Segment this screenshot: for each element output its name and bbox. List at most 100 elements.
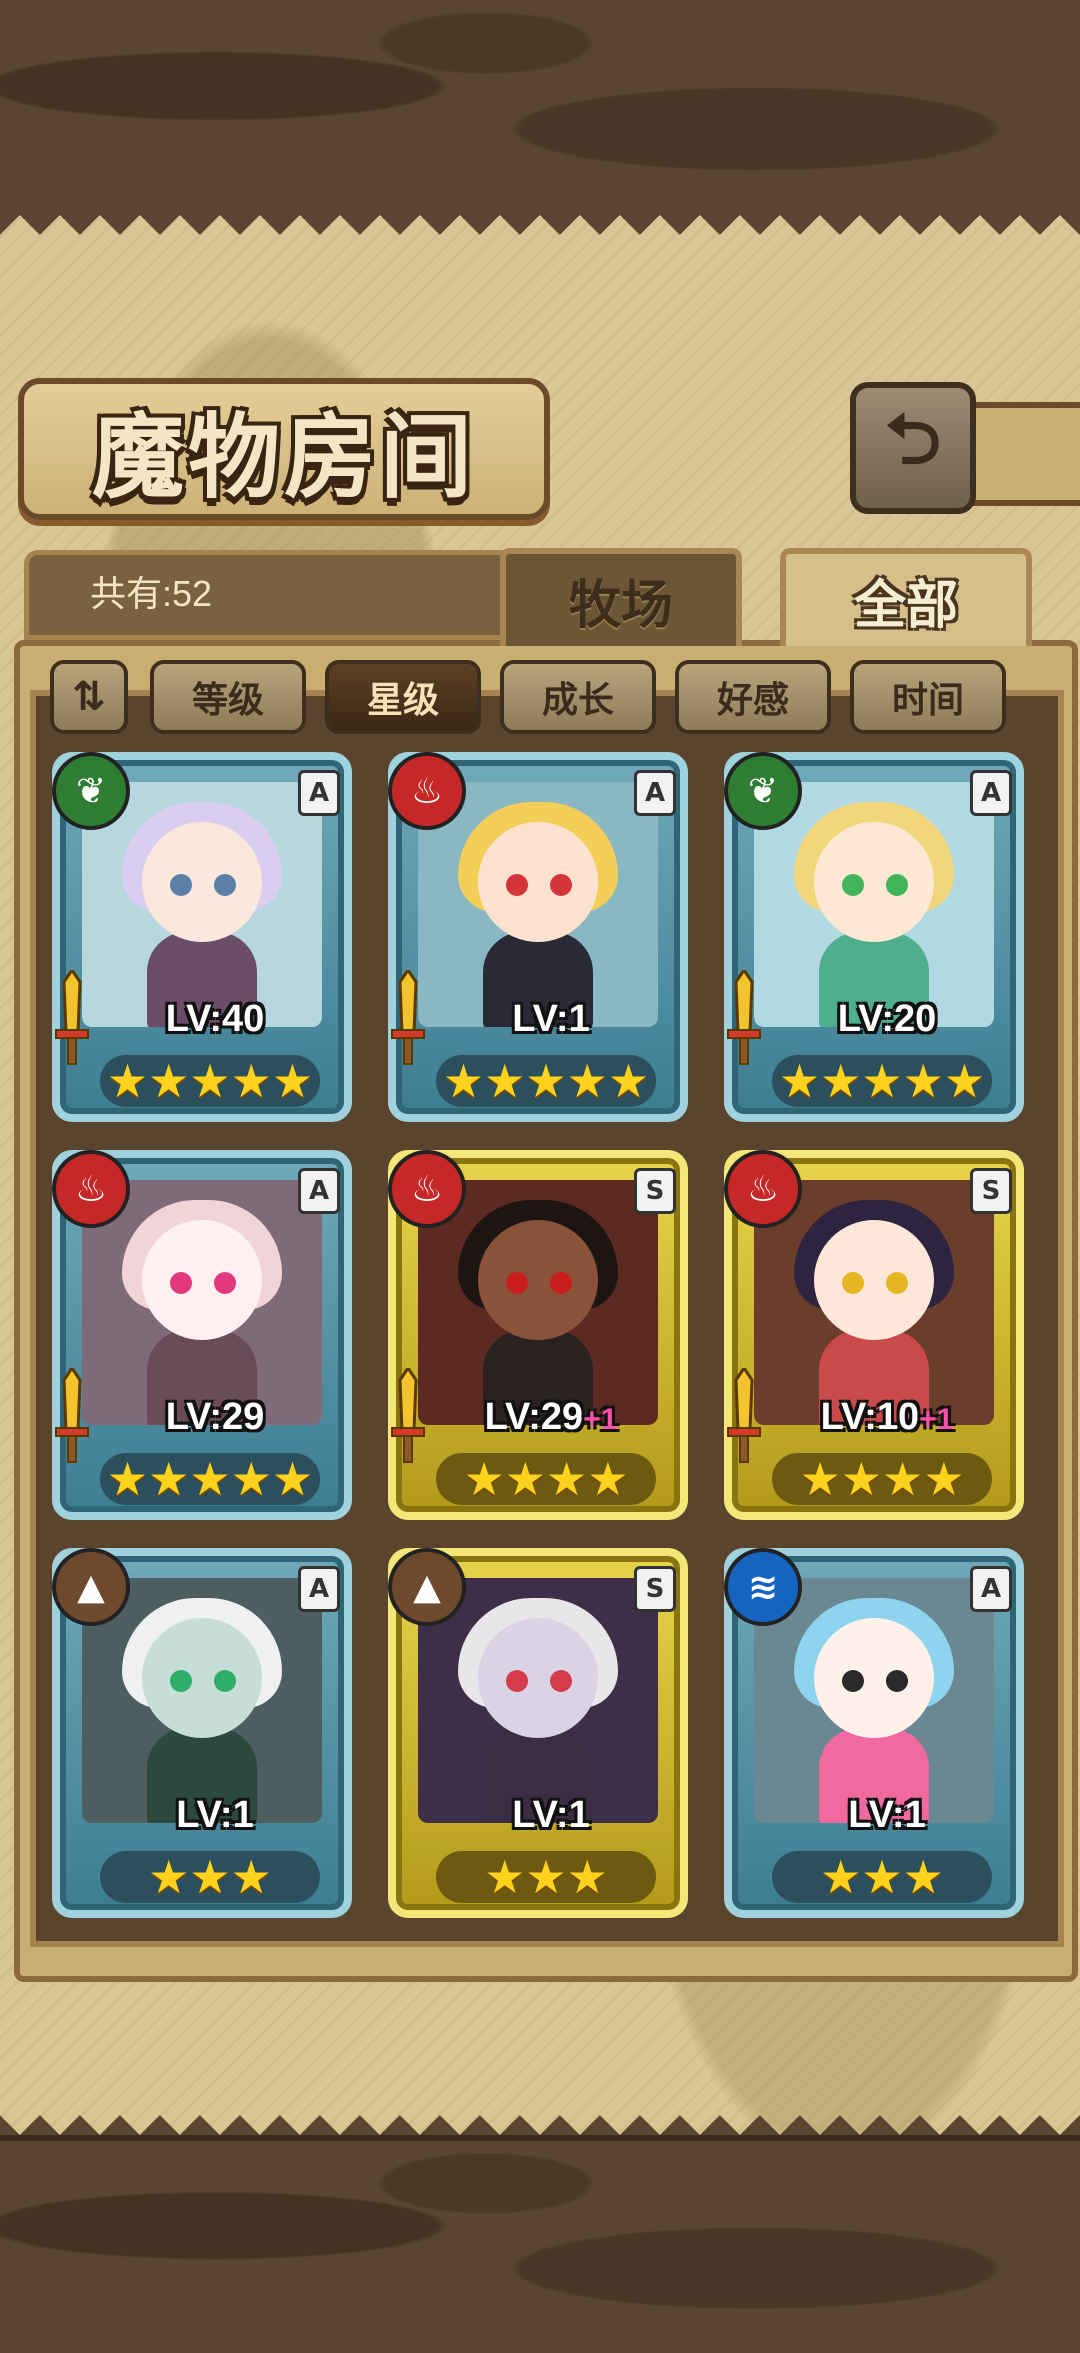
level-text: LV:1 — [176, 1794, 254, 1836]
sort-order-toggle[interactable]: ⇅ — [50, 660, 128, 734]
portrait-head — [814, 1220, 934, 1340]
portrait-head — [478, 822, 598, 942]
star-icon: ★ — [484, 1054, 526, 1108]
monster-level: LV:1 — [456, 1794, 646, 1837]
back-arrow-icon: ⮌ — [884, 397, 942, 480]
monster-level: LV:10+1 — [792, 1396, 982, 1439]
back-button-rail — [964, 402, 1080, 506]
star-icon: ★ — [442, 1054, 485, 1108]
map-background-top — [0, 0, 1080, 221]
star-icon: ★ — [148, 1452, 190, 1506]
star-icon: ★ — [189, 1452, 231, 1506]
star-icon: ★ — [820, 1850, 862, 1904]
monster-card[interactable]: ▲ S LV:1 ★ ★ ★ — [388, 1548, 688, 1918]
portrait-eye — [886, 1272, 908, 1294]
rank-badge: A — [970, 770, 1012, 816]
star-icon: ★ — [943, 1054, 986, 1108]
mountain-icon: ▲ — [52, 1548, 130, 1626]
title-plate: 魔物房间 — [18, 378, 550, 520]
portrait-eye — [842, 1272, 864, 1294]
portrait-head — [814, 1618, 934, 1738]
sword-icon — [727, 1368, 761, 1463]
star-icon: ★ — [271, 1054, 314, 1108]
monster-level: LV:1 — [792, 1794, 982, 1837]
portrait-head — [478, 1220, 598, 1340]
mountain-icon: ▲ — [388, 1548, 466, 1626]
sort-star-button[interactable]: 星级 — [325, 660, 481, 734]
star-icon: ★ — [799, 1452, 841, 1506]
rank-badge: A — [634, 770, 676, 816]
monster-level: LV:1 — [120, 1794, 310, 1837]
zigzag-border-bottom — [0, 2095, 1080, 2135]
monster-card[interactable]: ♨ S LV:10+1 ★ ★ ★ ★ — [724, 1150, 1024, 1520]
monster-card[interactable]: ❦ A LV:20 ★ ★ ★ ★ ★ — [724, 752, 1024, 1122]
star-icon: ★ — [230, 1850, 272, 1904]
portrait-eye — [170, 1272, 192, 1294]
monster-card[interactable]: ♨ A LV:1 ★ ★ ★ ★ ★ — [388, 752, 688, 1122]
leaf-icon: ❦ — [52, 752, 130, 830]
rank-badge: S — [634, 1566, 676, 1612]
star-icon: ★ — [902, 1850, 944, 1904]
sort-affection-button[interactable]: 好感 — [675, 660, 831, 734]
star-rating: ★ ★ ★ ★ ★ — [772, 1055, 992, 1107]
portrait-eye — [214, 1272, 236, 1294]
monster-card[interactable]: ♨ S LV:29+1 ★ ★ ★ ★ — [388, 1150, 688, 1520]
portrait-eye — [506, 874, 528, 896]
portrait-head — [142, 1618, 262, 1738]
star-icon: ★ — [484, 1850, 526, 1904]
sword-icon — [55, 1368, 89, 1463]
monster-card[interactable]: ≋ A LV:1 ★ ★ ★ — [724, 1548, 1024, 1918]
star-icon: ★ — [546, 1452, 588, 1506]
sort-growth-button[interactable]: 成长 — [500, 660, 656, 734]
star-icon: ★ — [148, 1850, 190, 1904]
portrait-eye — [506, 1272, 528, 1294]
portrait-eye — [886, 874, 908, 896]
leaf-icon: ❦ — [724, 752, 802, 830]
portrait-eye — [506, 1670, 528, 1692]
fire-icon: ♨ — [724, 1150, 802, 1228]
star-rating: ★ ★ ★ ★ ★ — [436, 1055, 656, 1107]
star-rating: ★ ★ ★ ★ — [436, 1453, 656, 1505]
portrait-eye — [550, 874, 572, 896]
portrait-eye — [170, 874, 192, 896]
sort-level-button[interactable]: 等级 — [150, 660, 306, 734]
sword-icon — [727, 970, 761, 1065]
tab-ranch[interactable]: 牧场 — [500, 548, 742, 646]
level-text: LV:10 — [820, 1396, 920, 1438]
portrait-eye — [550, 1272, 572, 1294]
monster-card[interactable]: ❦ A LV:40 ★ ★ ★ ★ ★ — [52, 752, 352, 1122]
star-icon: ★ — [525, 1850, 567, 1904]
star-icon: ★ — [189, 1850, 231, 1904]
rank-badge: S — [970, 1168, 1012, 1214]
level-text: LV:29 — [165, 1396, 265, 1438]
sword-icon — [55, 970, 89, 1065]
star-icon: ★ — [840, 1452, 882, 1506]
monster-level: LV:20 — [792, 998, 982, 1041]
star-icon: ★ — [607, 1054, 650, 1108]
rank-badge: A — [298, 1566, 340, 1612]
star-rating: ★ ★ ★ ★ ★ — [100, 1055, 320, 1107]
star-icon: ★ — [525, 1054, 567, 1108]
tab-all[interactable]: 全部 — [780, 548, 1032, 646]
sort-time-button[interactable]: 时间 — [850, 660, 1006, 734]
sword-icon — [391, 970, 425, 1065]
level-text: LV:1 — [848, 1794, 926, 1836]
monster-count: 共有:52 — [90, 573, 213, 614]
monster-card[interactable]: ♨ A LV:29 ★ ★ ★ ★ ★ — [52, 1150, 352, 1520]
portrait-eye — [214, 874, 236, 896]
portrait-head — [814, 822, 934, 942]
star-icon: ★ — [230, 1452, 272, 1506]
portrait-eye — [886, 1670, 908, 1692]
star-rating: ★ ★ ★ ★ — [772, 1453, 992, 1505]
star-icon: ★ — [271, 1452, 314, 1506]
fire-icon: ♨ — [388, 1150, 466, 1228]
monster-card[interactable]: ▲ A LV:1 ★ ★ ★ — [52, 1548, 352, 1918]
monster-level: LV:1 — [456, 998, 646, 1041]
star-icon: ★ — [106, 1452, 149, 1506]
level-text: LV:20 — [837, 998, 937, 1040]
monster-level: LV:40 — [120, 998, 310, 1041]
star-icon: ★ — [820, 1054, 862, 1108]
star-icon: ★ — [463, 1452, 505, 1506]
back-button[interactable]: ⮌ — [850, 382, 976, 514]
star-icon: ★ — [504, 1452, 546, 1506]
